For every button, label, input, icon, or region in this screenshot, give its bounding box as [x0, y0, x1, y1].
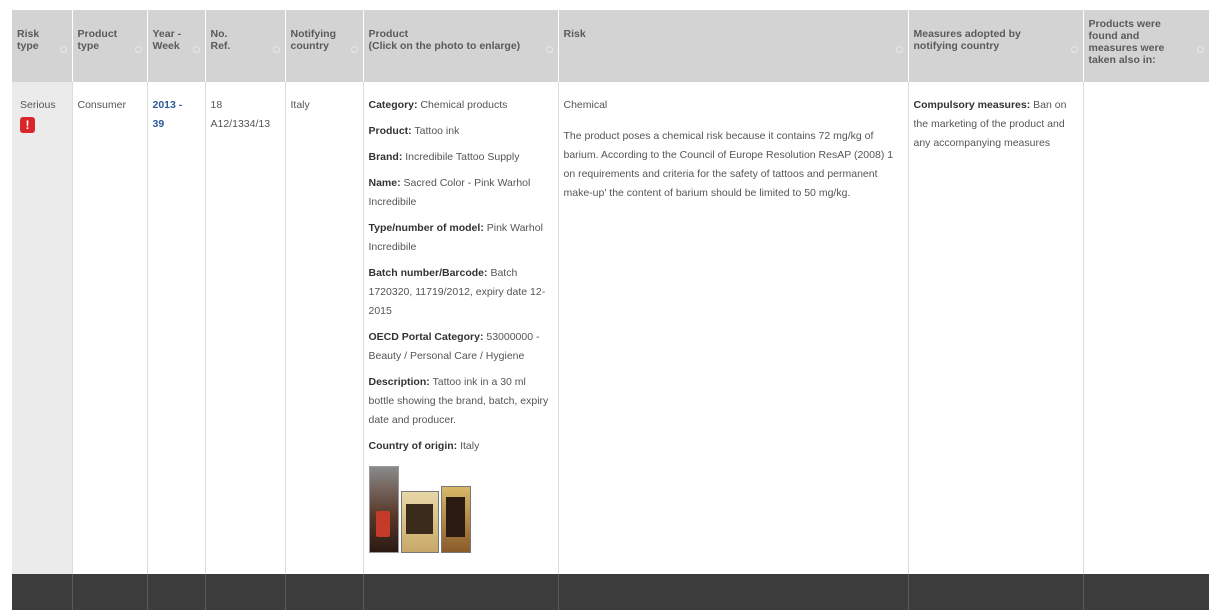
sort-icon: [895, 46, 903, 53]
product-photo-label[interactable]: [400, 491, 439, 553]
table-footer-row: [12, 574, 1209, 610]
table-header-row: Risk type Product type Year - Week No. R…: [12, 10, 1209, 82]
table-row: Serious ! Consumer 2013 - 39 18 A12/1334…: [12, 82, 1209, 574]
product-description: Description: Tattoo ink in a 30 ml bottl…: [368, 376, 549, 426]
product-name: Name: Sacred Color - Pink Warhol Incredi…: [368, 177, 531, 208]
cell-ref: 18 A12/1334/13: [205, 82, 286, 574]
product-oecd: OECD Portal Category: 53000000 - Beauty …: [368, 331, 540, 362]
header-ref[interactable]: No. Ref.: [205, 10, 286, 82]
product-origin: Country of origin: Italy: [368, 440, 480, 452]
product-photos: [368, 466, 553, 553]
product-batch: Batch number/Barcode: Batch 1720320, 117…: [368, 267, 546, 317]
cell-measures: Compulsory measures: Ban on the marketin…: [908, 82, 1084, 574]
product-type-model: Type/number of model: Pink Warhol Incred…: [368, 222, 543, 253]
cell-also-in: [1083, 82, 1209, 574]
header-year-week[interactable]: Year - Week: [147, 10, 206, 82]
header-also-in[interactable]: Products were found and measures were ta…: [1083, 10, 1209, 82]
sort-icon: [59, 46, 67, 53]
risk-type-label: Serious: [20, 99, 56, 111]
risk-category: Chemical: [563, 99, 608, 111]
sort-icon: [192, 46, 200, 53]
sort-icon: [545, 46, 553, 53]
sort-icon: [1196, 46, 1204, 53]
sort-icon: [134, 46, 142, 53]
sort-icon: [1070, 46, 1078, 53]
sort-icon: [350, 46, 358, 53]
measures-label: Compulsory measures:: [913, 99, 1031, 111]
cell-product: Category: Chemical products Product: Tat…: [363, 82, 559, 574]
header-notifying-country[interactable]: Notifying country: [285, 10, 364, 82]
sort-icon: [272, 46, 280, 53]
cell-country: Italy: [285, 82, 364, 574]
product-photo-box[interactable]: [440, 486, 471, 553]
product-photo-bottle[interactable]: [368, 466, 399, 553]
cell-risk-type: Serious !: [12, 82, 73, 574]
product-brand: Brand: Incredibile Tattoo Supply: [368, 151, 520, 163]
header-measures[interactable]: Measures adopted by notifying country: [908, 10, 1084, 82]
country-value: Italy: [290, 99, 310, 111]
cell-year-week: 2013 - 39: [147, 82, 206, 574]
cell-risk: Chemical The product poses a chemical ri…: [558, 82, 909, 574]
product-type-value: Consumer: [77, 99, 126, 111]
year-week-link[interactable]: 2013 - 39: [153, 99, 183, 130]
product-product: Product: Tattoo ink: [368, 125, 460, 137]
header-risk[interactable]: Risk: [558, 10, 909, 82]
cell-product-type: Consumer: [72, 82, 148, 574]
warning-icon: !: [20, 117, 35, 133]
notifications-table: Risk type Product type Year - Week No. R…: [12, 10, 1209, 610]
header-product[interactable]: Product (Click on the photo to enlarge): [363, 10, 559, 82]
header-risk-type[interactable]: Risk type: [12, 10, 73, 82]
product-category: Category: Chemical products: [368, 99, 508, 111]
header-product-type[interactable]: Product type: [72, 10, 148, 82]
ref-value: 18 A12/1334/13: [210, 99, 271, 130]
risk-description: The product poses a chemical risk becaus…: [563, 130, 894, 199]
